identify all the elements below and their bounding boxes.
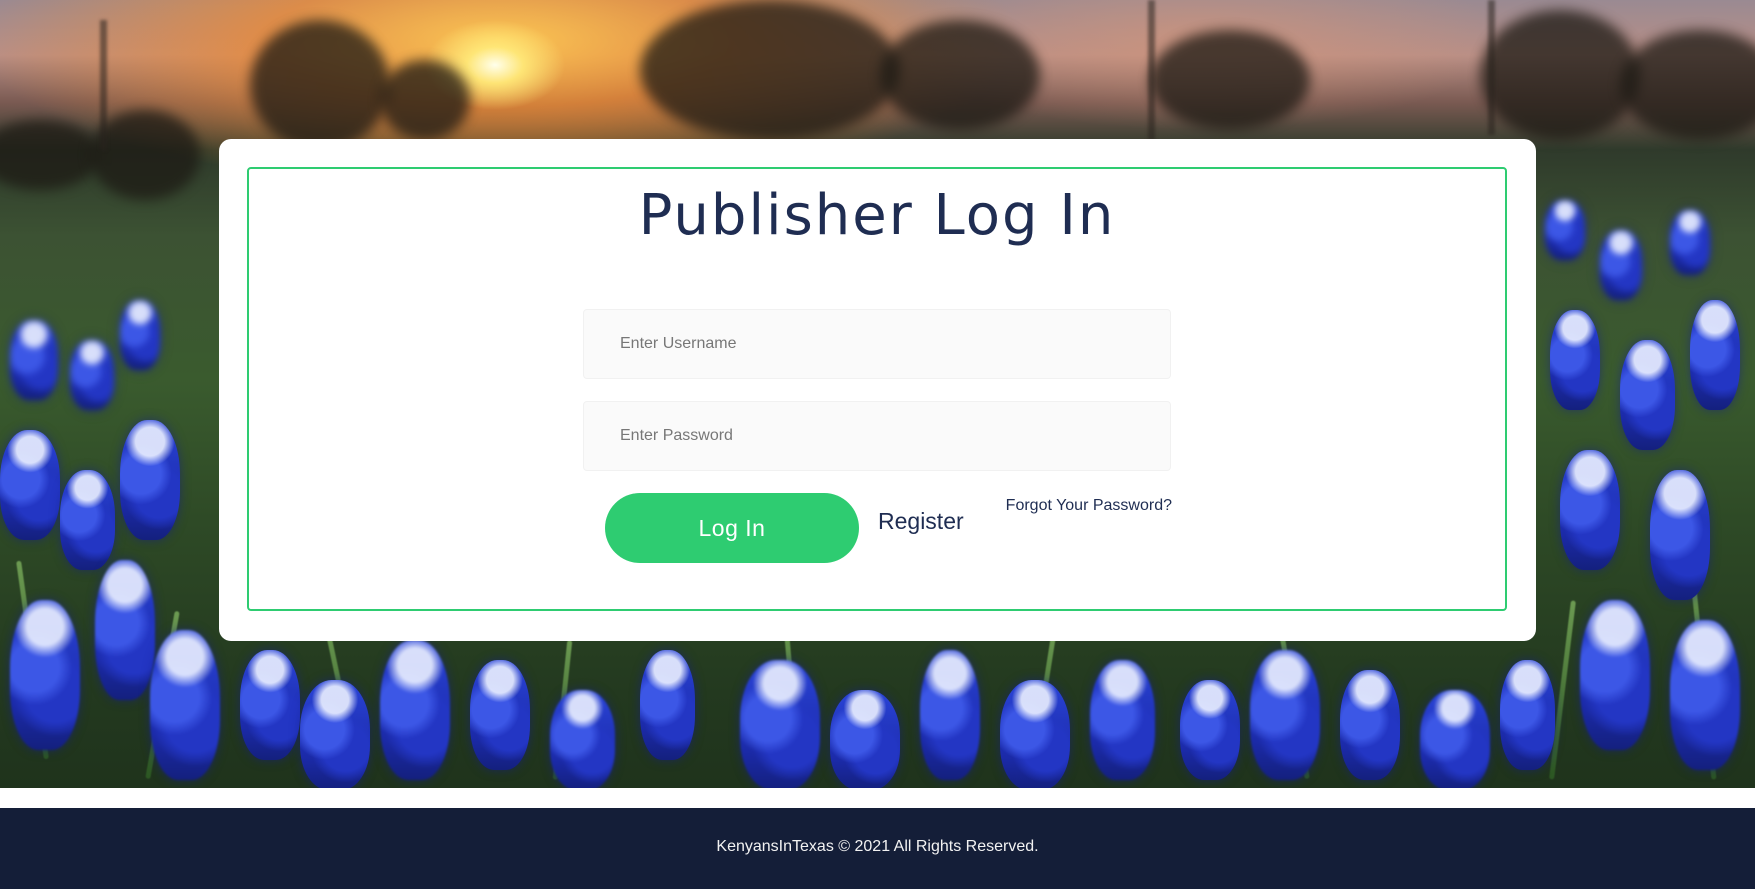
footer-copyright: KenyansInTexas © 2021 All Rights Reserve… [716, 838, 1039, 855]
login-form: Publisher Log In Log In Register Forgot … [247, 167, 1507, 611]
footer: KenyansInTexas © 2021 All Rights Reserve… [0, 808, 1755, 889]
username-input[interactable] [583, 309, 1171, 379]
forgot-password-link[interactable]: Forgot Your Password? [1004, 497, 1172, 515]
password-input[interactable] [583, 401, 1171, 471]
login-button[interactable]: Log In [605, 493, 859, 563]
login-card: Publisher Log In Log In Register Forgot … [219, 139, 1536, 641]
page-title: Publisher Log In [638, 183, 1116, 248]
register-link[interactable]: Register [878, 508, 964, 535]
